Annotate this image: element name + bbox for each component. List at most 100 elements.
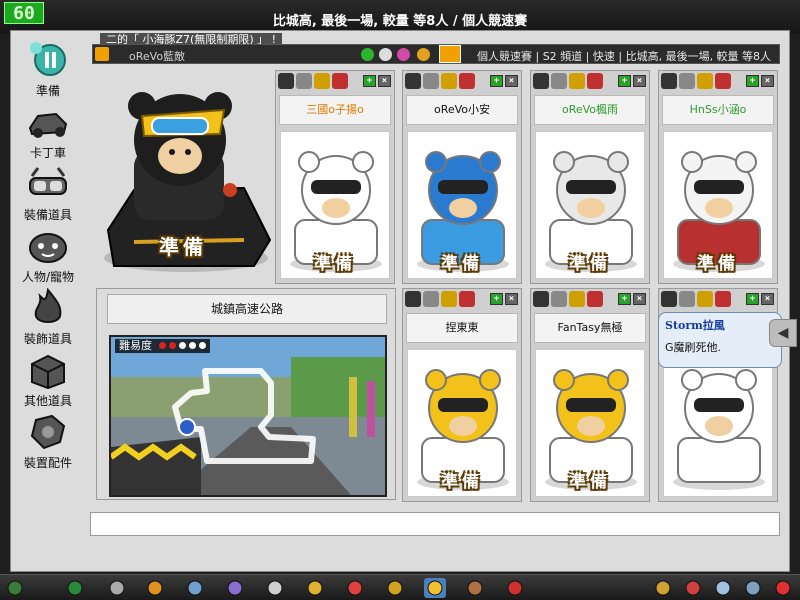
level-icon bbox=[459, 291, 475, 307]
menu-decoration[interactable]: 裝飾道具 bbox=[10, 288, 86, 350]
player-character: 準備 bbox=[663, 131, 773, 279]
room-type-icon[interactable] bbox=[439, 45, 461, 63]
box-icon bbox=[25, 350, 71, 390]
trophy-icon bbox=[697, 73, 713, 89]
glove-icon bbox=[661, 73, 677, 89]
collapse-arrow-button[interactable]: ◀ bbox=[769, 319, 797, 347]
left-menu: 準備 卡丁車 裝備道具 人物/寵物 裝飾道具 其他道具 裝置配件 bbox=[10, 40, 86, 480]
menu-parts[interactable]: 裝置配件 bbox=[10, 412, 86, 474]
rocket-icon[interactable] bbox=[304, 578, 326, 598]
level-icon bbox=[587, 291, 603, 307]
slot-kick-button[interactable]: × bbox=[378, 75, 391, 87]
kart-icon bbox=[25, 102, 71, 142]
ready-label: 準備 bbox=[441, 254, 483, 274]
badge-icon bbox=[296, 73, 312, 89]
slot-info-button[interactable]: + bbox=[746, 75, 759, 87]
badge-icon bbox=[551, 73, 567, 89]
star-icon[interactable] bbox=[144, 578, 166, 598]
level-icon bbox=[715, 291, 731, 307]
trophy-icon bbox=[569, 291, 585, 307]
menu-ready[interactable]: 準備 bbox=[10, 40, 86, 102]
track-name[interactable]: 城鎮高速公路 bbox=[107, 294, 387, 324]
trophy-icon[interactable] bbox=[4, 578, 26, 598]
ready-label: 準備 bbox=[569, 472, 611, 492]
level-icon bbox=[459, 73, 475, 89]
player-character: 準備 bbox=[535, 131, 645, 279]
menu-equipment-label: 裝備道具 bbox=[23, 208, 72, 222]
player-slot[interactable]: + × FanTasy無極準備 bbox=[530, 288, 650, 502]
gear-icon[interactable] bbox=[184, 578, 206, 598]
glove-icon bbox=[278, 73, 294, 89]
level-icon bbox=[715, 73, 731, 89]
mail-icon[interactable] bbox=[682, 578, 704, 598]
slot-info-button[interactable]: + bbox=[618, 293, 631, 305]
slot-kick-button[interactable]: × bbox=[633, 75, 646, 87]
flame-icon bbox=[25, 288, 71, 328]
player-character: 準備 bbox=[407, 349, 517, 497]
circle-icon[interactable] bbox=[504, 578, 526, 598]
chat-bubble-name: Storm拉風 bbox=[665, 319, 725, 332]
level-icon bbox=[587, 73, 603, 89]
box-icon[interactable] bbox=[224, 578, 246, 598]
cart-icon[interactable] bbox=[106, 578, 128, 598]
player-badges bbox=[661, 291, 731, 309]
sparkle-icon bbox=[379, 48, 392, 61]
slot-kick-button[interactable]: × bbox=[505, 75, 518, 87]
trophy-icon bbox=[697, 291, 713, 307]
player-name: HnSs小涵o bbox=[662, 95, 774, 125]
slot-info-button[interactable]: + bbox=[618, 75, 631, 87]
slot-kick-button[interactable]: × bbox=[633, 293, 646, 305]
glove-icon[interactable] bbox=[424, 578, 446, 598]
book-icon[interactable] bbox=[464, 578, 486, 598]
trophy-icon bbox=[441, 291, 457, 307]
slot-info-button[interactable]: + bbox=[490, 75, 503, 87]
power-icon[interactable] bbox=[772, 578, 794, 598]
search-icon[interactable] bbox=[742, 578, 764, 598]
ready-label: 準備 bbox=[569, 254, 611, 274]
back-icon[interactable] bbox=[64, 578, 86, 598]
menu-other[interactable]: 其他道具 bbox=[10, 350, 86, 412]
glove-icon bbox=[661, 291, 677, 307]
heart-icon[interactable] bbox=[344, 578, 366, 598]
player-slot[interactable]: + × HnSs小涵o 準備 bbox=[658, 70, 778, 284]
menu-kart[interactable]: 卡丁車 bbox=[10, 102, 86, 164]
glove-icon bbox=[533, 291, 549, 307]
slot-info-button[interactable]: + bbox=[363, 75, 376, 87]
player-slot[interactable]: + × oReVo小安 準備 bbox=[402, 70, 522, 284]
star-icon bbox=[361, 48, 374, 61]
menu-equipment[interactable]: 裝備道具 bbox=[10, 164, 86, 226]
player-name: FanTasy無極 bbox=[534, 313, 646, 343]
ready-label: 準備 bbox=[441, 472, 483, 492]
slot-info-button[interactable]: + bbox=[746, 293, 759, 305]
note-icon[interactable] bbox=[652, 578, 674, 598]
badge-icon bbox=[423, 73, 439, 89]
slot-controls: + × bbox=[618, 293, 646, 305]
player-badges bbox=[533, 291, 603, 309]
player-badges bbox=[661, 73, 731, 91]
chat-input[interactable] bbox=[90, 512, 780, 536]
menu-character-label: 人物/寵物 bbox=[21, 270, 75, 284]
badge-icon bbox=[423, 291, 439, 307]
player-slot[interactable]: + × 捏東東 準備 bbox=[402, 288, 522, 502]
slot-kick-button[interactable]: × bbox=[761, 75, 774, 87]
level-icon bbox=[332, 73, 348, 89]
settings-icon[interactable] bbox=[712, 578, 734, 598]
player-name: 三國o子揚o bbox=[279, 95, 391, 125]
menu-decoration-label: 裝飾道具 bbox=[23, 332, 72, 346]
slot-controls: + × bbox=[618, 75, 646, 87]
glove-icon bbox=[405, 73, 421, 89]
player-badges bbox=[405, 73, 475, 91]
slot-kick-button[interactable]: × bbox=[761, 293, 774, 305]
difficulty-dot bbox=[168, 342, 176, 349]
player-slot[interactable]: + × 三國o子揚o 準備 bbox=[275, 70, 395, 284]
slot-kick-button[interactable]: × bbox=[505, 293, 518, 305]
slot-info-button[interactable]: + bbox=[490, 293, 503, 305]
chat-bubble-message: G魔刷死他. bbox=[665, 341, 722, 354]
player-slot[interactable]: + × oReVo楓雨 準備 bbox=[530, 70, 650, 284]
tool-icon[interactable] bbox=[384, 578, 406, 598]
menu-character[interactable]: 人物/寵物 bbox=[10, 226, 86, 288]
glove-icon bbox=[405, 291, 421, 307]
shield-icon[interactable] bbox=[264, 578, 286, 598]
emblem-icon bbox=[397, 48, 410, 61]
badge-icon bbox=[679, 73, 695, 89]
